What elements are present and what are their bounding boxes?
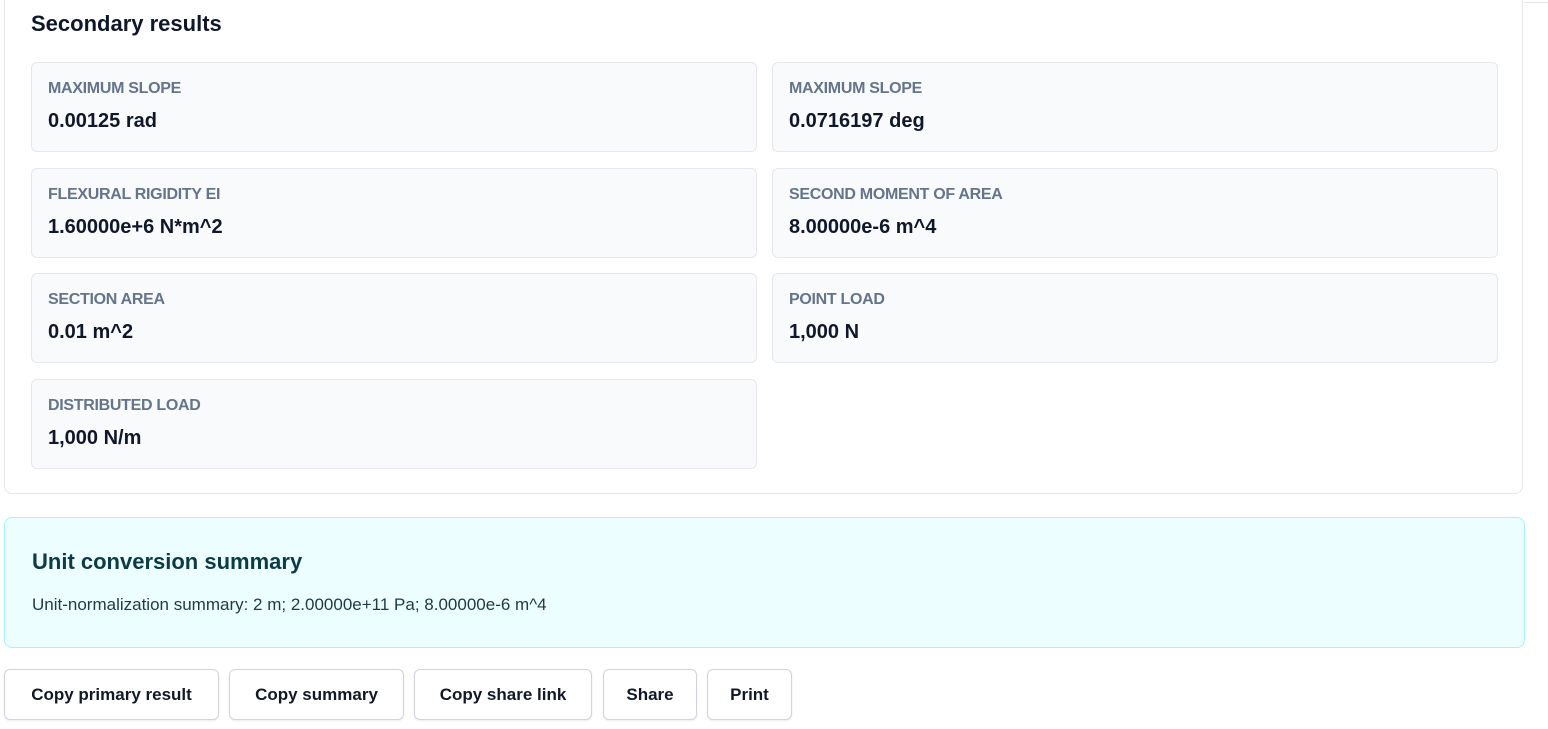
unit-conversion-summary-title: Unit conversion summary <box>32 549 303 574</box>
metric-label: SECTION AREA <box>48 291 165 308</box>
metric-label: POINT LOAD <box>789 291 885 308</box>
metric-second-moment-of-area: SECOND MOMENT OF AREA 8.00000e-6 m^4 <box>772 168 1498 258</box>
metric-label: SECOND MOMENT OF AREA <box>789 186 1003 203</box>
metric-value: 0.00125 rad <box>48 110 157 132</box>
metric-value: 0.01 m^2 <box>48 321 134 343</box>
metric-distributed-load: DISTRIBUTED LOAD 1,000 N/m <box>31 379 757 469</box>
metric-value: 0.0716197 deg <box>789 110 925 132</box>
copy-summary-button[interactable]: Copy summary <box>229 669 404 720</box>
copy-share-link-button[interactable]: Copy share link <box>414 669 592 720</box>
print-button[interactable]: Print <box>707 669 792 720</box>
metric-flexural-rigidity: FLEXURAL RIGIDITY EI 1.60000e+6 N*m^2 <box>31 168 757 258</box>
metric-label: MAXIMUM SLOPE <box>48 80 181 97</box>
metric-maximum-slope-rad: MAXIMUM SLOPE 0.00125 rad <box>31 62 757 152</box>
metric-label: DISTRIBUTED LOAD <box>48 397 201 414</box>
metric-point-load: POINT LOAD 1,000 N <box>772 273 1498 363</box>
metric-value: 8.00000e-6 m^4 <box>789 216 937 238</box>
metric-value: 1.60000e+6 N*m^2 <box>48 216 223 238</box>
metric-label: FLEXURAL RIGIDITY EI <box>48 186 221 203</box>
metric-value: 1,000 N/m <box>48 427 142 449</box>
metric-value: 1,000 N <box>789 321 860 343</box>
share-button[interactable]: Share <box>603 669 697 720</box>
copy-primary-result-button[interactable]: Copy primary result <box>4 669 219 720</box>
metric-label: MAXIMUM SLOPE <box>789 80 922 97</box>
top-divider <box>1524 2 1548 3</box>
secondary-results-title: Secondary results <box>31 11 222 36</box>
unit-conversion-summary-card: Unit conversion summary Unit-normalizati… <box>4 517 1525 648</box>
metric-maximum-slope-deg: MAXIMUM SLOPE 0.0716197 deg <box>772 62 1498 152</box>
metric-section-area: SECTION AREA 0.01 m^2 <box>31 273 757 363</box>
unit-normalization-summary-text: Unit-normalization summary: 2 m; 2.00000… <box>32 595 547 614</box>
